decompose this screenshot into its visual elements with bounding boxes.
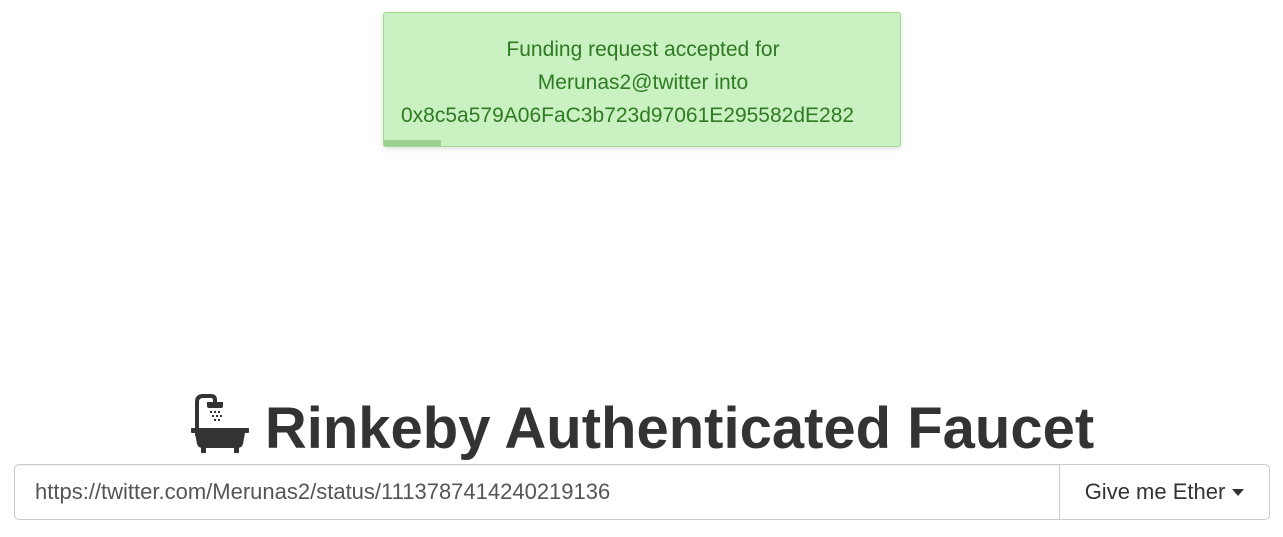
caret-down-icon <box>1232 488 1245 496</box>
notification-message: Funding request accepted for Merunas2@tw… <box>384 33 900 132</box>
funding-notification[interactable]: Funding request accepted for Merunas2@tw… <box>383 12 901 147</box>
tweet-url-input[interactable] <box>15 465 1059 519</box>
give-me-ether-label: Give me Ether <box>1084 479 1226 504</box>
give-me-ether-button[interactable]: Give me Ether <box>1059 465 1269 519</box>
page-title-text: Rinkeby Authenticated Faucet <box>264 395 1095 461</box>
notification-line-2: Merunas2@twitter into <box>537 71 749 94</box>
notification-line-1: Funding request accepted for <box>506 38 780 61</box>
page-title: Rinkeby Authenticated Faucet <box>0 389 1283 469</box>
notification-timer-bar <box>384 140 441 146</box>
funding-form: Give me Ether <box>14 464 1270 520</box>
notification-address: 0x8c5a579A06FaC3b723d97061E295582dE282 <box>401 104 855 127</box>
bath-icon <box>189 392 251 454</box>
faucet-page: Funding request accepted for Merunas2@tw… <box>0 0 1283 537</box>
